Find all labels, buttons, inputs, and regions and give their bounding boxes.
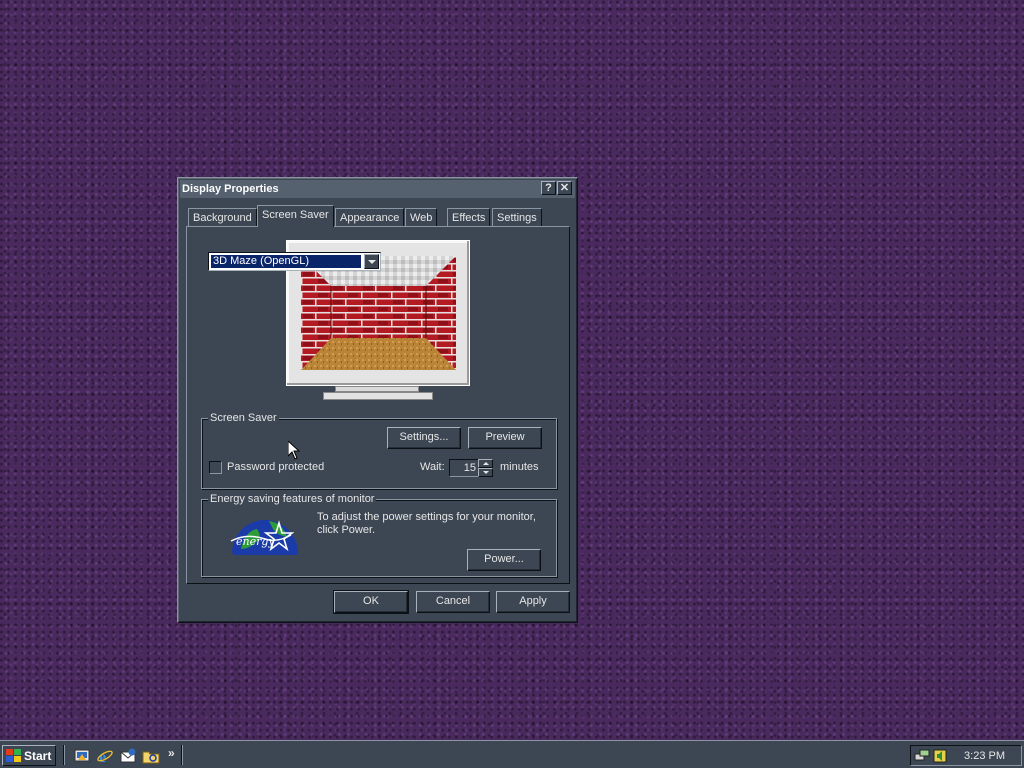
help-button[interactable]: ?	[541, 181, 556, 195]
tab-effects[interactable]: Effects	[447, 208, 491, 226]
wait-spinner[interactable]	[478, 459, 493, 477]
ok-button[interactable]: OK	[333, 590, 409, 614]
tab-background[interactable]: Background	[188, 208, 257, 226]
settings-button[interactable]: Settings...	[387, 427, 461, 449]
windows-logo-icon	[6, 749, 21, 765]
network-icon[interactable]	[914, 748, 930, 767]
cancel-button[interactable]: Cancel	[416, 591, 490, 613]
power-button[interactable]: Power...	[467, 549, 541, 571]
clock[interactable]: 3:23 PM	[964, 750, 1005, 762]
windows-explorer-icon[interactable]	[142, 747, 160, 765]
mouse-pointer-icon	[287, 439, 301, 463]
screen-saver-group-label: Screen Saver	[208, 412, 279, 424]
start-button[interactable]: Start	[2, 745, 56, 766]
energy-group-label: Energy saving features of monitor	[208, 493, 377, 505]
screen-saver-select[interactable]: 3D Maze (OpenGL)	[208, 252, 381, 271]
screen-saver-selected-value: 3D Maze (OpenGL)	[211, 255, 361, 268]
internet-explorer-icon[interactable]: e	[96, 747, 114, 766]
quick-launch-overflow-button[interactable]: »	[168, 746, 175, 760]
tab-settings[interactable]: Settings	[492, 208, 542, 226]
energy-logo-text: energy	[236, 535, 275, 548]
maze-preview-image	[301, 256, 456, 370]
svg-text:e: e	[99, 749, 106, 765]
chevron-down-icon[interactable]	[364, 254, 379, 269]
volume-icon[interactable]	[932, 748, 948, 767]
tab-web[interactable]: Web	[405, 208, 438, 226]
tab-appearance[interactable]: Appearance	[335, 208, 405, 226]
start-label: Start	[24, 749, 52, 763]
password-protected-checkbox[interactable]	[209, 461, 222, 474]
system-tray: 3:23 PM	[910, 745, 1022, 766]
energy-star-logo: energy	[227, 509, 303, 555]
spin-up-icon[interactable]	[478, 459, 493, 468]
password-protected-label: Password protected	[227, 461, 325, 473]
wait-label: Wait:	[420, 461, 445, 473]
taskbar-separator	[63, 745, 65, 765]
title-bar[interactable]: Display Properties ? ✕	[180, 180, 575, 198]
spin-down-icon[interactable]	[478, 468, 493, 477]
monitor-stand	[323, 392, 433, 400]
energy-description: To adjust the power settings for your mo…	[317, 511, 536, 536]
show-desktop-icon[interactable]	[73, 747, 91, 765]
apply-button[interactable]: Apply	[496, 591, 570, 613]
wait-unit-label: minutes	[500, 461, 539, 473]
taskbar-separator	[181, 745, 183, 765]
wait-minutes-input[interactable]: 15	[449, 459, 480, 477]
preview-button[interactable]: Preview	[468, 427, 542, 449]
tab-screen-saver[interactable]: Screen Saver	[257, 205, 334, 227]
window-title: Display Properties	[182, 183, 279, 195]
close-button[interactable]: ✕	[557, 181, 572, 195]
taskbar: Start e » 3:23 PM	[0, 740, 1024, 768]
outlook-express-icon[interactable]	[119, 747, 137, 765]
